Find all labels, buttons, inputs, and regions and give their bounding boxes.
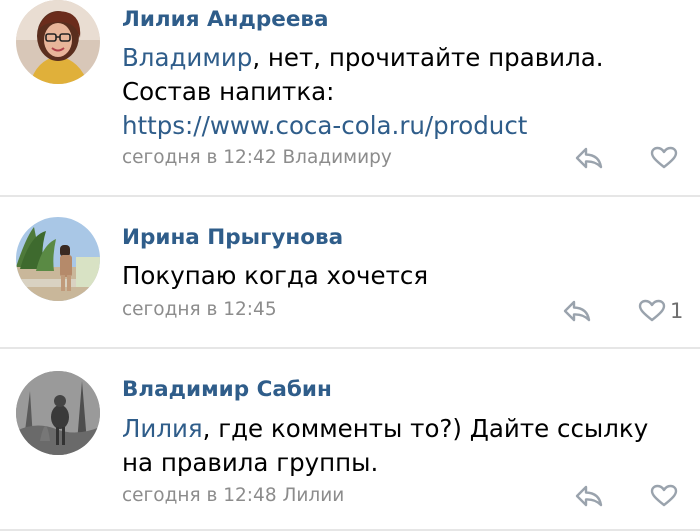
- comment-meta: сегодня в 12:42 Владимиру: [122, 147, 392, 168]
- comment-text: Покупаю когда хочется: [122, 259, 682, 293]
- comment-meta: сегодня в 12:45: [122, 299, 277, 320]
- comment-item: Владимир Сабин Лилия, где комменты то?) …: [0, 348, 700, 531]
- comment-text: Владимир, нет, прочитайте правила. Соста…: [122, 41, 682, 143]
- author-name[interactable]: Ирина Прыгунова: [122, 225, 343, 251]
- reply-icon[interactable]: [562, 299, 592, 323]
- comment-text-part: , нет, прочитайте правила.: [252, 43, 604, 72]
- comment-text-line: Покупаю когда хочется: [122, 261, 429, 290]
- avatar[interactable]: [16, 371, 100, 455]
- comment-text-line: Состав напитка:: [122, 77, 335, 106]
- comment-meta: сегодня в 12:48 Лилии: [122, 485, 345, 506]
- comment-text: Лилия, где комменты то?) Дайте ссылку на…: [122, 412, 682, 480]
- author-name[interactable]: Владимир Сабин: [122, 377, 332, 403]
- comment-text-line: на правила группы.: [122, 448, 379, 477]
- heart-icon[interactable]: [650, 484, 678, 508]
- comment-item: Ирина Прыгунова Покупаю когда хочется се…: [0, 196, 700, 348]
- avatar[interactable]: [16, 0, 100, 84]
- heart-icon[interactable]: [650, 146, 678, 170]
- reply-icon[interactable]: [574, 484, 604, 508]
- comment-item: Лилия Андреева Владимир, нет, прочитайте…: [0, 0, 700, 196]
- heart-icon[interactable]: [638, 299, 666, 323]
- avatar[interactable]: [16, 217, 100, 301]
- comment-text-part: , где комменты то?) Дайте ссылку: [202, 414, 649, 443]
- like-count: 1: [670, 299, 684, 323]
- mention-link[interactable]: Владимир: [122, 43, 252, 72]
- reply-icon[interactable]: [574, 146, 604, 170]
- url-link[interactable]: https://www.coca-cola.ru/product: [122, 109, 682, 143]
- mention-link[interactable]: Лилия: [122, 414, 203, 443]
- author-name[interactable]: Лилия Андреева: [122, 7, 329, 33]
